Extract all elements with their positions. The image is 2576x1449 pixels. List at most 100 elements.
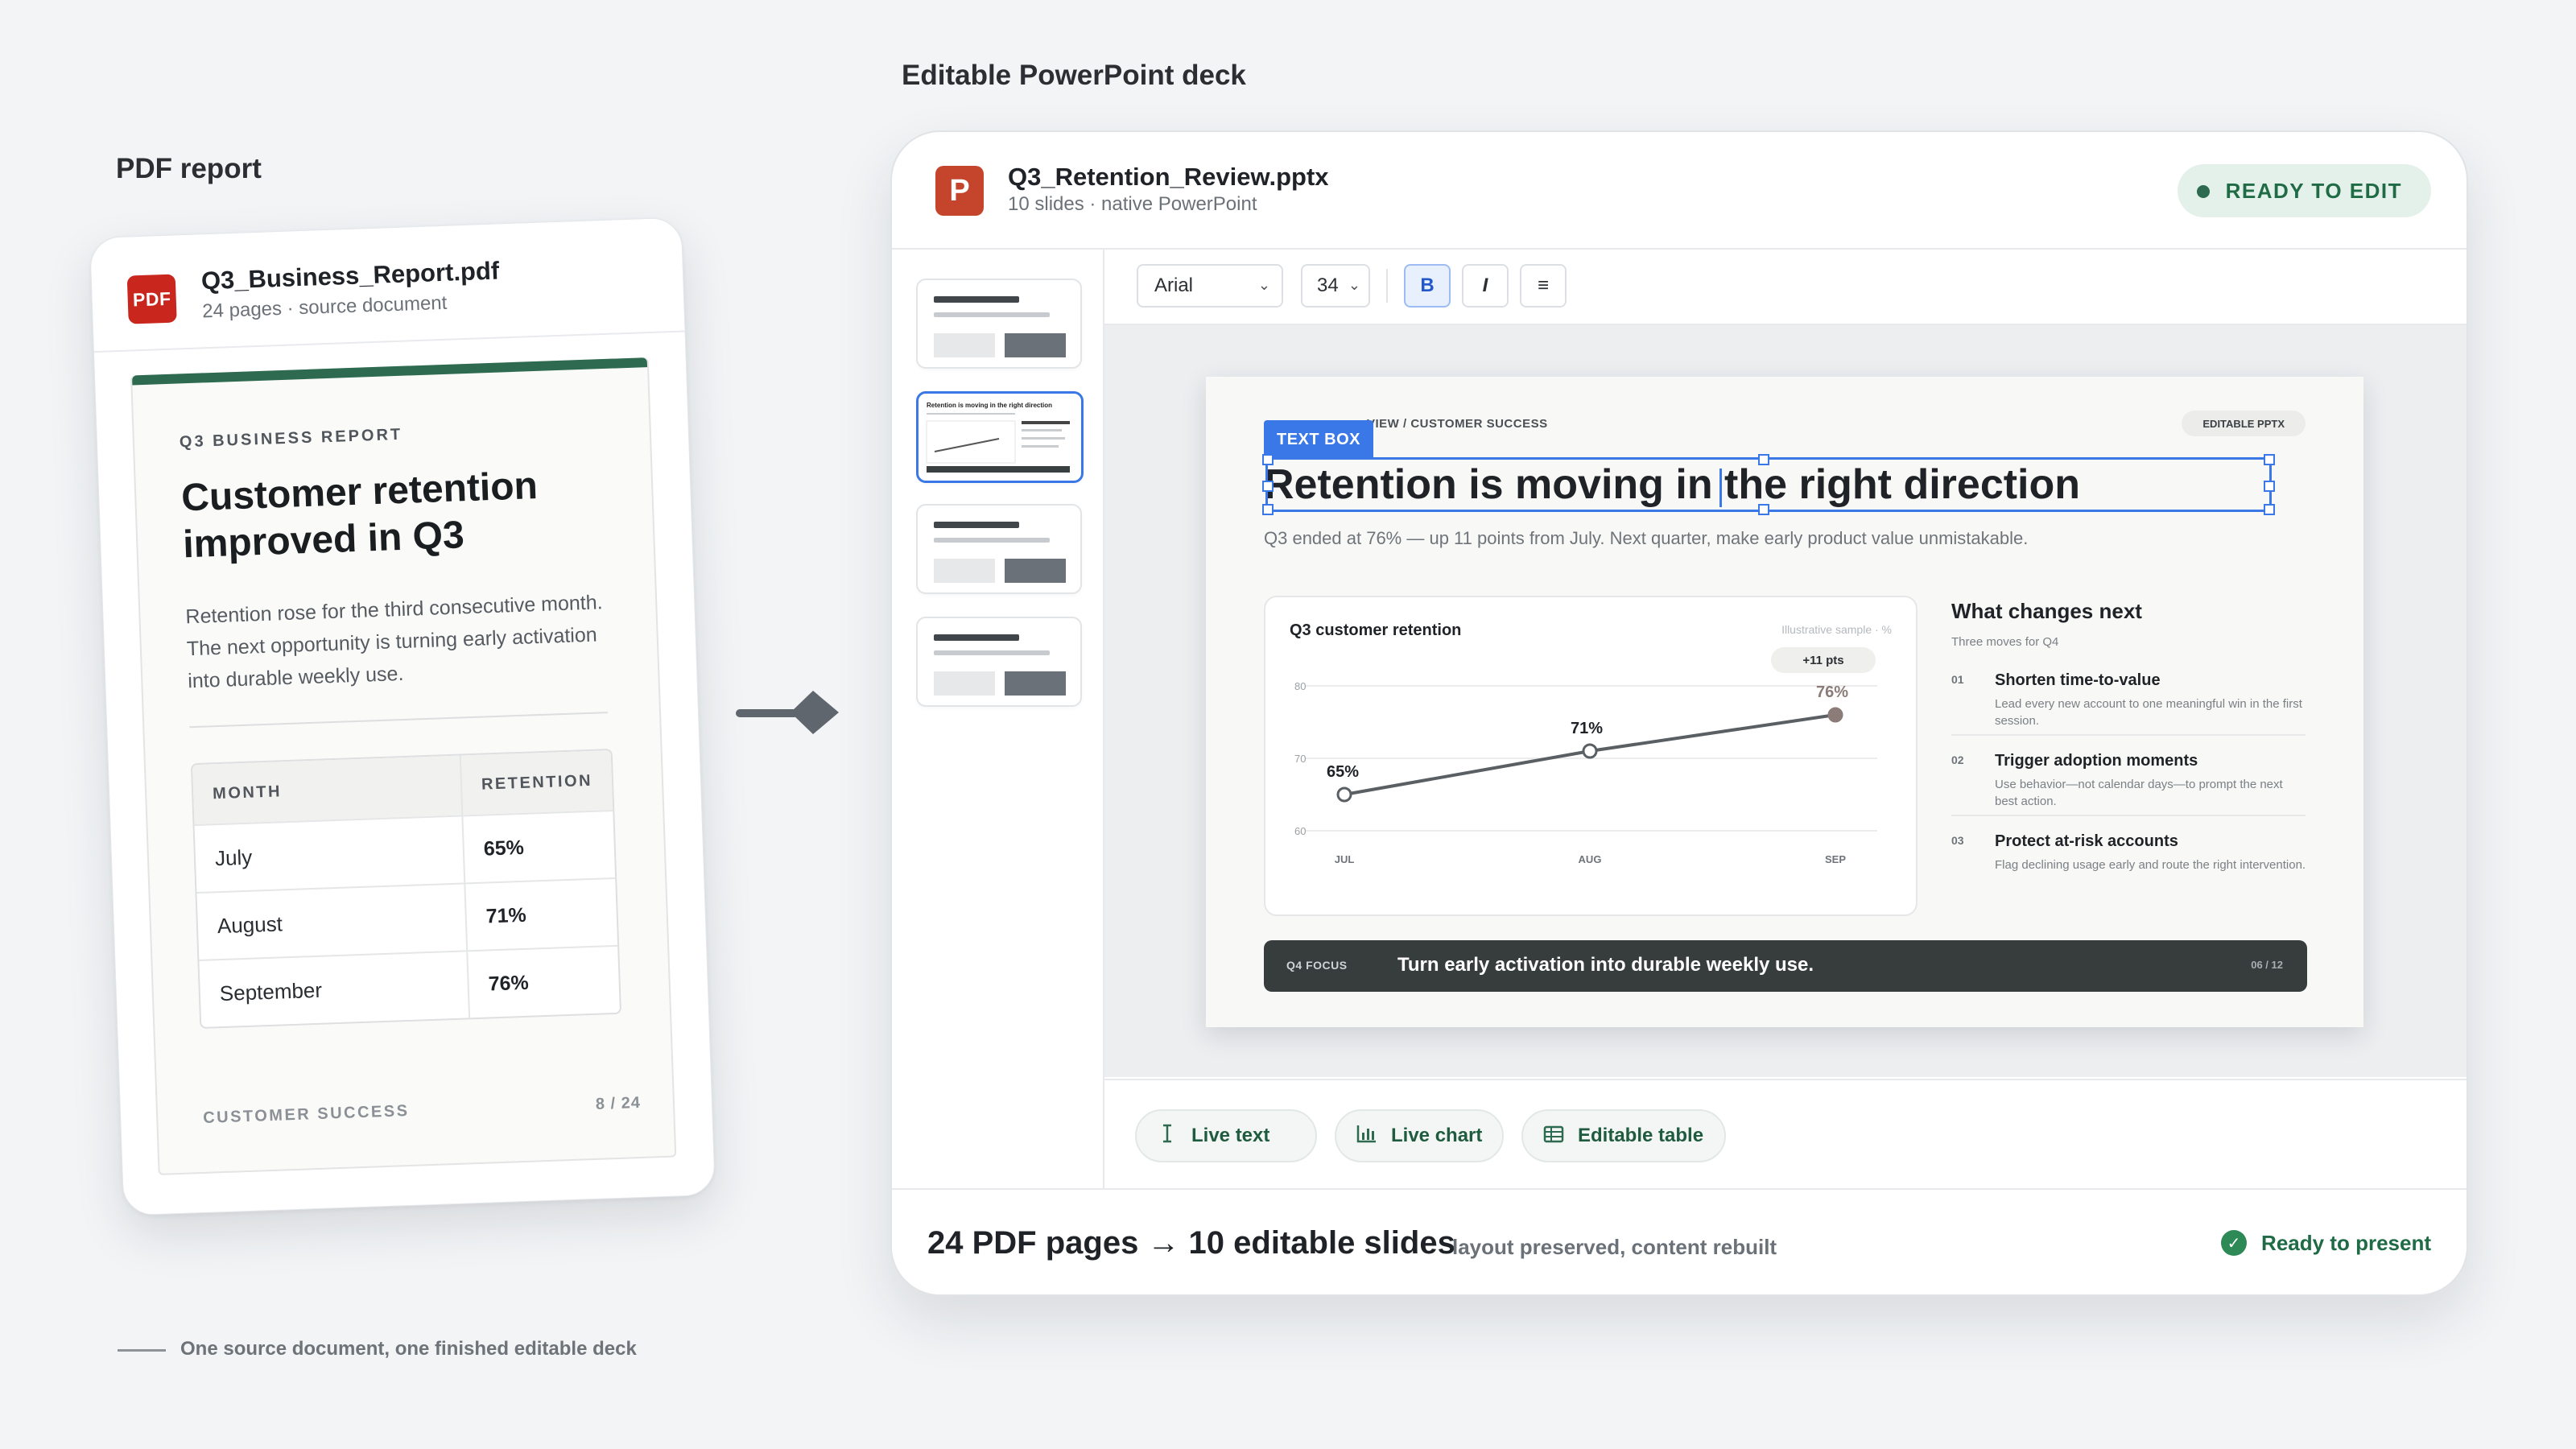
pptx-header: P Q3_Retention_Review.pptx 10 slides · n… bbox=[892, 132, 2467, 250]
live-text-label: Live text bbox=[1191, 1125, 1270, 1146]
format-toolbar: Arial ⌄ 34 ⌄ B I ≡ bbox=[1104, 250, 2467, 325]
pdf-file-icon: PDF bbox=[126, 274, 177, 324]
check-circle-icon: ✓ bbox=[2221, 1230, 2248, 1256]
list-button[interactable]: ≡ bbox=[1520, 264, 1567, 308]
pdf-file-meta: 24 pages · source document bbox=[201, 291, 448, 323]
retention-chart-card[interactable]: Q3 customer retention Illustrative sampl… bbox=[1264, 596, 1918, 916]
focus-text: Turn early activation into durable weekl… bbox=[1397, 954, 1814, 976]
slide-thumbnail-3[interactable] bbox=[916, 504, 1082, 594]
pptx-window: P Q3_Retention_Review.pptx 10 slides · n… bbox=[890, 130, 2468, 1296]
chart-y-tick-label: 70 bbox=[1294, 753, 1306, 765]
chart-x-tick-label: AUG bbox=[1579, 853, 1602, 865]
list-item-number: 03 bbox=[1951, 834, 1964, 847]
next-steps-title: What changes next bbox=[1951, 599, 2142, 623]
chevron-down-icon: ⌄ bbox=[1348, 277, 1360, 293]
list-item-number: 02 bbox=[1951, 753, 1964, 766]
conversion-summary: 24 PDF pages → 10 editable slides bbox=[927, 1225, 1455, 1261]
list-item-number: 01 bbox=[1951, 673, 1964, 686]
chart-x-tick-label: JUL bbox=[1335, 853, 1355, 865]
table-cell-retention: 76% bbox=[488, 971, 530, 995]
resize-handle[interactable] bbox=[1758, 504, 1769, 515]
slide-thumbnail-2[interactable]: Retention is moving in the right directi… bbox=[916, 391, 1084, 483]
pdf-section-label: PDF report bbox=[116, 153, 262, 184]
font-family-select[interactable]: Arial ⌄ bbox=[1137, 264, 1283, 308]
chart-y-tick-label: 60 bbox=[1294, 825, 1306, 837]
focus-tag: Q4 FOCUS bbox=[1286, 959, 1348, 972]
table-cell-month: September bbox=[199, 952, 471, 1027]
slide-thumbnail-panel: Retention is moving in the right directi… bbox=[892, 250, 1104, 1190]
resize-handle[interactable] bbox=[1758, 454, 1769, 465]
status-dot-icon bbox=[2196, 185, 2210, 198]
pdf-body-text: Retention rose for the third consecutive… bbox=[185, 591, 604, 693]
table-header-month: MONTH bbox=[192, 755, 464, 825]
pdf-page: Q3 BUSINESS REPORT Customer retention im… bbox=[130, 357, 677, 1175]
text-box-selection[interactable] bbox=[1262, 454, 2275, 515]
table-cell-month: July bbox=[194, 816, 466, 893]
resize-handle[interactable] bbox=[2264, 481, 2275, 492]
conversion-arrow-icon bbox=[736, 691, 839, 734]
list-item-heading: Shorten time-to-value bbox=[1995, 671, 2161, 689]
ready-to-edit-badge: READY TO EDIT bbox=[2177, 164, 2431, 217]
italic-button[interactable]: I bbox=[1462, 264, 1509, 308]
font-family-value: Arial bbox=[1154, 275, 1194, 296]
chart-point bbox=[1336, 786, 1352, 803]
chevron-down-icon: ⌄ bbox=[1257, 277, 1270, 293]
editable-table-label: Editable table bbox=[1578, 1125, 1704, 1146]
next-steps-subtitle: Three moves for Q4 bbox=[1951, 635, 2059, 649]
slide: VIEW / CUSTOMER SUCCESS EDITABLE PPTX TE… bbox=[1206, 377, 2363, 1027]
pdf-page-number: 8 / 24 bbox=[595, 1093, 642, 1113]
slide-canvas: VIEW / CUSTOMER SUCCESS EDITABLE PPTX TE… bbox=[1104, 325, 2467, 1077]
font-size-select[interactable]: 34 ⌄ bbox=[1301, 264, 1370, 308]
ready-to-edit-label: READY TO EDIT bbox=[2225, 178, 2402, 203]
list-item-body: Use behavior—not calendar days—to prompt… bbox=[1995, 778, 2283, 808]
resize-handle[interactable] bbox=[2264, 504, 2275, 515]
resize-handle[interactable] bbox=[1262, 454, 1274, 465]
chart-data-label: 65% bbox=[1327, 763, 1359, 781]
table-icon bbox=[1542, 1124, 1565, 1149]
pptx-file-meta: 10 slides · native PowerPoint bbox=[1008, 193, 1257, 215]
toolbar-divider bbox=[1386, 269, 1388, 303]
list-item: 02 Trigger adoption moments Use behavior… bbox=[1951, 736, 2306, 816]
capability-chips: Live text Live chart Editable table bbox=[1104, 1079, 2467, 1190]
table-cell-retention: 71% bbox=[485, 903, 527, 928]
list-item-body: Lead every new account to one meaningful… bbox=[1995, 697, 2302, 728]
editable-table-chip[interactable]: Editable table bbox=[1521, 1109, 1726, 1162]
table-cell-retention: 65% bbox=[483, 836, 525, 861]
pdf-card: PDF Q3_Business_Report.pdf 24 pages · so… bbox=[89, 217, 716, 1216]
ready-to-present-label: Ready to present bbox=[2261, 1230, 2431, 1255]
caption-line bbox=[118, 1349, 166, 1352]
text-box-tag: TEXT BOX bbox=[1264, 420, 1374, 459]
slide-thumbnail-1[interactable] bbox=[916, 279, 1082, 369]
resize-handle[interactable] bbox=[1262, 481, 1274, 492]
powerpoint-icon: P bbox=[935, 166, 984, 216]
live-chart-chip[interactable]: Live chart bbox=[1335, 1109, 1504, 1162]
editable-pptx-badge: EDITABLE PPTX bbox=[2182, 411, 2306, 436]
ready-to-present-status: ✓ Ready to present bbox=[2221, 1230, 2431, 1256]
bold-button[interactable]: B bbox=[1404, 264, 1451, 308]
live-chart-label: Live chart bbox=[1391, 1125, 1483, 1146]
list-item: 03 Protect at-risk accounts Flag declini… bbox=[1951, 816, 2306, 895]
pdf-divider bbox=[189, 712, 609, 729]
pptx-section-label: Editable PowerPoint deck bbox=[902, 60, 1246, 91]
pptx-filename: Q3_Retention_Review.pptx bbox=[1008, 163, 1329, 191]
next-steps-panel: What changes next Three moves for Q4 01 … bbox=[1951, 596, 2306, 895]
bar-chart-icon bbox=[1356, 1124, 1378, 1149]
list-item-heading: Trigger adoption moments bbox=[1995, 752, 2198, 770]
pdf-header: PDF Q3_Business_Report.pdf 24 pages · so… bbox=[90, 217, 685, 353]
list-item: 01 Shorten time-to-value Lead every new … bbox=[1951, 655, 2306, 736]
pdf-eyebrow: Q3 BUSINESS REPORT bbox=[179, 425, 403, 452]
chart-x-tick-label: SEP bbox=[1825, 853, 1846, 865]
pptx-footer: 24 PDF pages → 10 editable slides layout… bbox=[892, 1188, 2467, 1294]
resize-handle[interactable] bbox=[2264, 454, 2275, 465]
caption: One source document, one finished editab… bbox=[180, 1338, 637, 1360]
list-item-body: Flag declining usage early and route the… bbox=[1995, 858, 2306, 872]
retention-line-chart: 60 70 80 65% JUL 71% AUG 76% SEP bbox=[1294, 680, 1877, 865]
pdf-filename: Q3_Business_Report.pdf bbox=[200, 256, 500, 295]
q4-focus-bar: Q4 FOCUS Turn early activation into dura… bbox=[1264, 940, 2307, 992]
slide-subtitle: Q3 ended at 76% — up 11 points from July… bbox=[1264, 528, 2029, 548]
chart-data-label: 76% bbox=[1816, 683, 1848, 701]
resize-handle[interactable] bbox=[1262, 504, 1274, 515]
live-text-chip[interactable]: Live text bbox=[1135, 1109, 1317, 1162]
pdf-title: Customer retention improved in Q3 bbox=[180, 464, 539, 567]
slide-thumbnail-4[interactable] bbox=[916, 617, 1082, 707]
